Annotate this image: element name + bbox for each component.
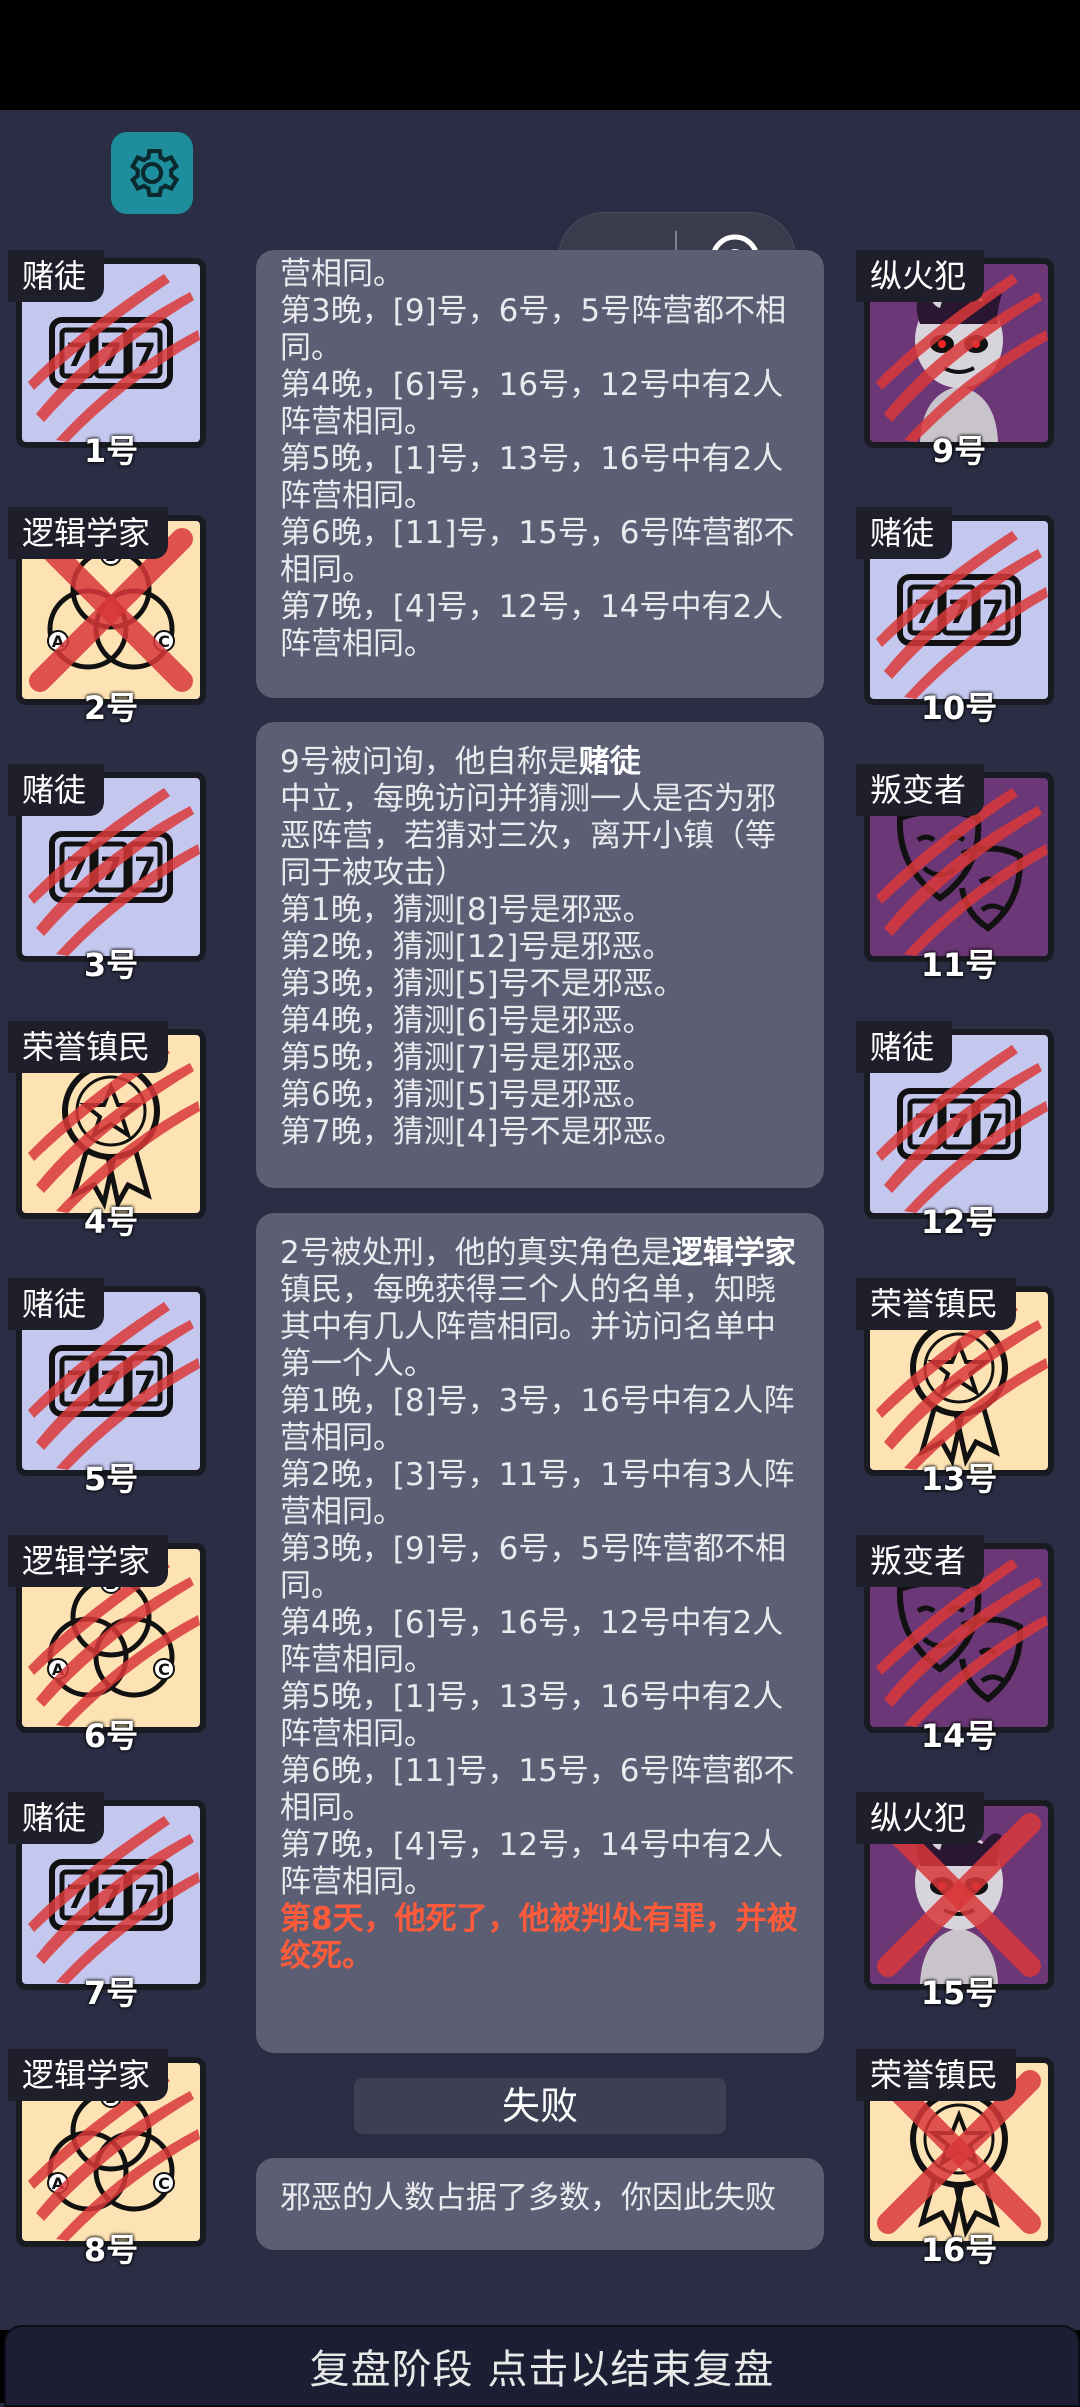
player-role-label: 纵火犯 — [856, 1792, 985, 1844]
player-role-label: 赌徒 — [8, 1278, 105, 1330]
log-line: 镇民，每晚获得三个人的名单，知晓其中有几人阵营相同。并访问名单中第一个人。 — [280, 1272, 776, 1382]
log-message-text: 2号被处刑，他的真实角色是逻辑学家 镇民，每晚获得三个人的名单，知晓其中有几人阵… — [256, 1213, 824, 1997]
player-role-label: 赌徒 — [8, 250, 105, 302]
player-number: 13号 — [920, 1460, 998, 1498]
status-bar — [0, 0, 1080, 110]
log-line: 第3晚，[9]号，6号，5号阵营都不相同。 — [280, 293, 787, 366]
msg-title: 2号被处刑，他的真实角色是 — [280, 1235, 672, 1271]
player-card[interactable]: 777赌徒5号 — [8, 1278, 214, 1498]
end-review-button[interactable]: 复盘阶段 点击以结束复盘 — [4, 2325, 1080, 2407]
log-line: 第5晚，猜测[7]号是邪恶。 — [280, 1040, 654, 1076]
msg-title-role: 赌徒 — [578, 744, 641, 780]
player-card[interactable]: 777赌徒3号 — [8, 764, 214, 984]
player-card[interactable]: BAC逻辑学家6号 — [8, 1535, 214, 1755]
player-number: 3号 — [83, 946, 139, 984]
player-card[interactable]: BAC逻辑学家8号 — [8, 2049, 214, 2269]
player-role-label: 赌徒 — [8, 1792, 105, 1844]
log-message-text: 营相同。 第3晚，[9]号，6号，5号阵营都不相同。 第4晚，[6]号，16号，12… — [256, 250, 824, 685]
log-line: 中立，每晚访问并猜测一人是否为邪恶阵营，若猜对三次，离开小镇（等同于被攻击） — [280, 781, 776, 891]
player-card[interactable]: 777赌徒10号 — [856, 507, 1062, 727]
player-number: 5号 — [83, 1460, 139, 1498]
result-message-panel: 邪恶的人数占据了多数，你因此失败 — [256, 2158, 824, 2250]
player-card[interactable]: 荣誉镇民 13号 — [856, 1278, 1062, 1498]
player-role-label: 赌徒 — [856, 1021, 953, 1073]
log-line: 第5晚，[1]号，13号，16号中有2人阵营相同。 — [280, 441, 784, 514]
msg-title-role: 逻辑学家 — [671, 1235, 796, 1271]
log-message-logician-1: 营相同。 第3晚，[9]号，6号，5号阵营都不相同。 第4晚，[6]号，16号，12… — [256, 250, 824, 698]
log-line: 第3晚，[9]号，6号，5号阵营都不相同。 — [280, 1531, 787, 1604]
player-number: 2号 — [83, 689, 139, 727]
player-role-label: 逻辑学家 — [8, 2049, 169, 2101]
player-role-label: 荣誉镇民 — [856, 2049, 1017, 2101]
log-line: 第3晚，猜测[5]号不是邪恶。 — [280, 966, 685, 1002]
log-line: 第7晚，[4]号，12号，14号中有2人阵营相同。 — [280, 589, 784, 662]
player-number: 10号 — [920, 689, 998, 727]
player-number: 15号 — [920, 1974, 998, 2012]
player-role-label: 赌徒 — [856, 507, 953, 559]
player-card[interactable]: 叛变者 11号 — [856, 764, 1062, 984]
death-notice: 第8天，他死了，他被判处有罪，并被绞死。 — [280, 1901, 798, 1974]
log-line: 第4晚，[6]号，16号，12号中有2人阵营相同。 — [280, 1605, 784, 1678]
msg-title: 9号被问询，他自称是 — [280, 744, 579, 780]
player-number: 14号 — [920, 1717, 998, 1755]
player-number: 1号 — [83, 432, 139, 470]
log-line: 第5晚，[1]号，13号，16号中有2人阵营相同。 — [280, 1679, 784, 1752]
log-line: 第2晚，[3]号，11号，1号中有3人阵营相同。 — [280, 1457, 795, 1530]
log-message-text: 9号被问询，他自称是赌徒 中立，每晚访问并猜测一人是否为邪恶阵营，若猜对三次，离… — [256, 722, 824, 1173]
log-message-execution: 2号被处刑，他的真实角色是逻辑学家 镇民，每晚获得三个人的名单，知晓其中有几人阵… — [256, 1213, 824, 2053]
log-line: 第1晚，猜测[8]号是邪恶。 — [280, 892, 654, 928]
player-role-label: 逻辑学家 — [8, 1535, 169, 1587]
player-number: 4号 — [83, 1203, 139, 1241]
log-line: 第7晚，[4]号，12号，14号中有2人阵营相同。 — [280, 1827, 784, 1900]
settings-button[interactable] — [111, 132, 193, 214]
player-card[interactable]: 纵火犯 15号 — [856, 1792, 1062, 2012]
player-number: 16号 — [920, 2231, 998, 2269]
player-number: 8号 — [83, 2231, 139, 2269]
log-line: 第6晚，[11]号，15号，6号阵营都不相同。 — [280, 1753, 795, 1826]
player-number: 12号 — [920, 1203, 998, 1241]
log-line: 第6晚，[11]号，15号，6号阵营都不相同。 — [280, 515, 795, 588]
log-line: 第6晚，猜测[5]号是邪恶。 — [280, 1077, 654, 1113]
log-line: 第4晚，猜测[6]号是邪恶。 — [280, 1003, 654, 1039]
player-role-label: 逻辑学家 — [8, 507, 169, 559]
log-message-interrogation: 9号被问询，他自称是赌徒 中立，每晚访问并猜测一人是否为邪恶阵营，若猜对三次，离… — [256, 722, 824, 1188]
gear-icon — [129, 148, 180, 198]
player-role-label: 叛变者 — [856, 764, 985, 816]
result-message: 邪恶的人数占据了多数，你因此失败 — [280, 2180, 776, 2216]
log-line: 第4晚，[6]号，16号，12号中有2人阵营相同。 — [280, 367, 784, 440]
player-role-label: 叛变者 — [856, 1535, 985, 1587]
player-card[interactable]: BAC逻辑学家2号 — [8, 507, 214, 727]
player-card[interactable]: 777赌徒12号 — [856, 1021, 1062, 1241]
log-line: 第1晚，[8]号，3号，16号中有2人阵营相同。 — [280, 1383, 795, 1456]
result-label: 失败 — [354, 2078, 726, 2134]
player-card[interactable]: 777赌徒7号 — [8, 1792, 214, 2012]
log-line: 第2晚，猜测[12]号是邪恶。 — [280, 929, 674, 965]
player-number: 11号 — [920, 946, 998, 984]
player-card[interactable]: 叛变者 14号 — [856, 1535, 1062, 1755]
player-role-label: 荣誉镇民 — [856, 1278, 1017, 1330]
player-card[interactable]: 纵火犯 9号 — [856, 250, 1062, 470]
player-card[interactable]: 荣誉镇民 16号 — [856, 2049, 1062, 2269]
player-number: 6号 — [83, 1717, 139, 1755]
log-line: 第7晚，猜测[4]号不是邪恶。 — [280, 1114, 685, 1150]
player-role-label: 荣誉镇民 — [8, 1021, 169, 1073]
player-number: 7号 — [83, 1974, 139, 2012]
player-role-label: 赌徒 — [8, 764, 105, 816]
player-card[interactable]: 荣誉镇民 4号 — [8, 1021, 214, 1241]
player-card[interactable]: 777赌徒1号 — [8, 250, 214, 470]
player-number: 9号 — [931, 432, 987, 470]
log-line: 营相同。 — [280, 256, 404, 292]
player-role-label: 纵火犯 — [856, 250, 985, 302]
